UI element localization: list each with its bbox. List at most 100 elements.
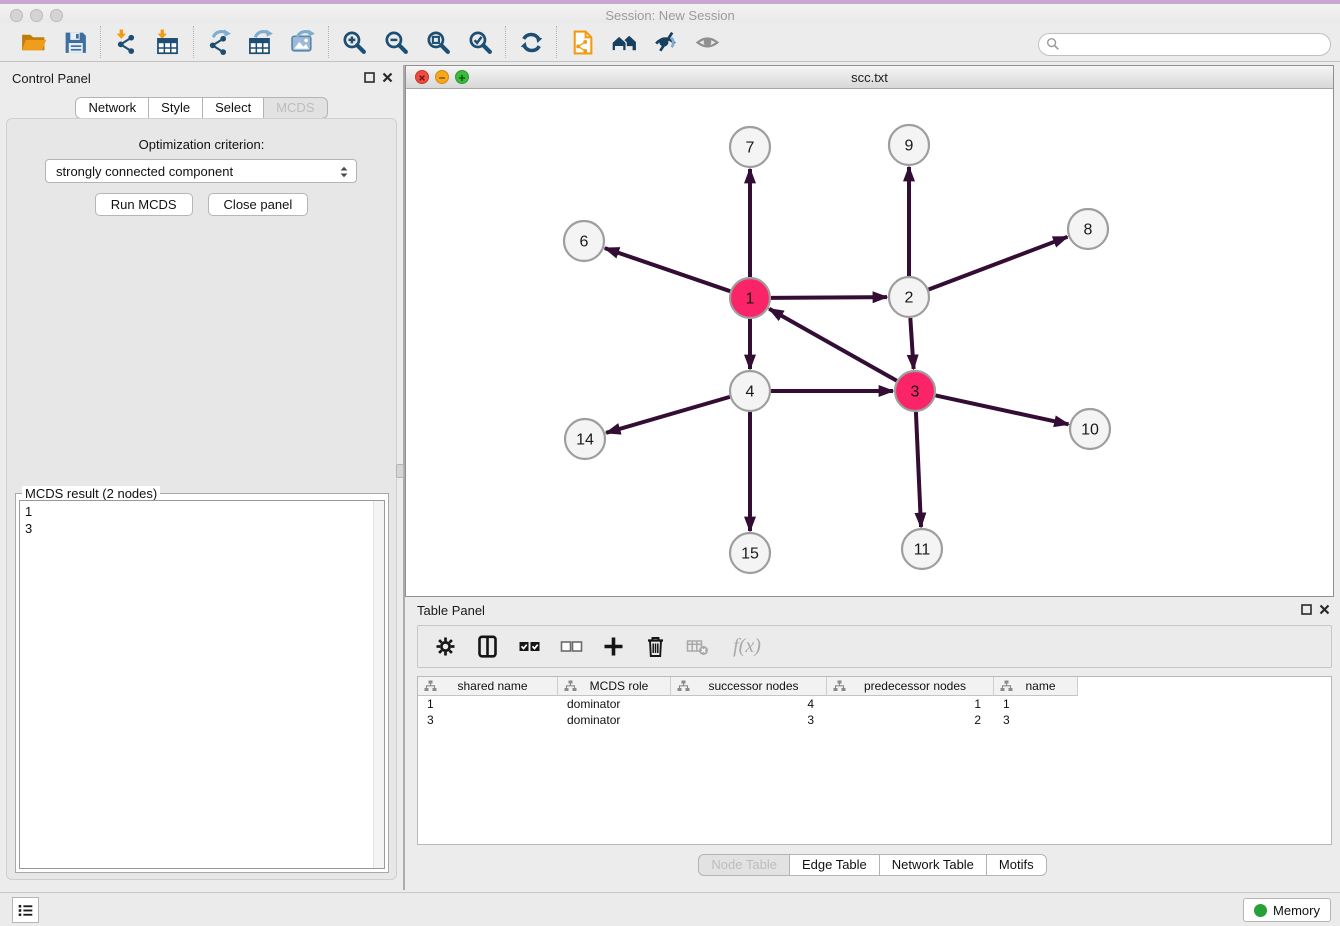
network-overview-button[interactable] <box>608 26 640 58</box>
node-1[interactable]: 1 <box>730 278 770 318</box>
tab-select[interactable]: Select <box>202 97 264 119</box>
column-header-MCDS-role[interactable]: MCDS role <box>558 677 671 696</box>
zoom-selected-button[interactable] <box>464 26 496 58</box>
column-header-successor-nodes[interactable]: successor nodes <box>671 677 827 696</box>
clone-network-button[interactable] <box>566 26 598 58</box>
node-10[interactable]: 10 <box>1070 409 1110 449</box>
attribute-type-icon <box>564 680 577 692</box>
node-4[interactable]: 4 <box>730 371 770 411</box>
network-canvas[interactable]: 7 9 6 8 1 2 4 3 14 10 15 11 <box>406 90 1333 596</box>
network-window-titlebar[interactable]: scc.txt <box>406 66 1333 89</box>
node-14[interactable]: 14 <box>565 419 605 459</box>
delete-row-button[interactable] <box>642 631 668 663</box>
vertical-splitter-grip[interactable] <box>396 464 404 478</box>
node-9[interactable]: 9 <box>889 125 929 165</box>
svg-text:4: 4 <box>746 384 755 401</box>
import-table-button[interactable] <box>152 26 184 58</box>
table-cell[interactable]: dominator <box>558 696 671 712</box>
node-7[interactable]: 7 <box>730 127 770 167</box>
table-cell[interactable]: 3 <box>994 712 1078 728</box>
table-tabs: Node TableEdge TableNetwork TableMotifs <box>405 854 1340 876</box>
table-cell[interactable]: 1 <box>418 696 558 712</box>
table-cell[interactable]: 4 <box>671 696 827 712</box>
function-builder-icon: f(x) <box>733 635 761 658</box>
table-cell[interactable]: 3 <box>671 712 827 728</box>
refresh-layout-button[interactable] <box>515 26 547 58</box>
table-panel-title: Table Panel <box>417 603 485 618</box>
toggle-graphics-details-button[interactable] <box>650 26 682 58</box>
tab-mcds[interactable]: MCDS <box>263 97 327 119</box>
column-visibility-button[interactable] <box>474 631 500 663</box>
show-hide-panel-icon <box>695 29 722 56</box>
edge-4-14[interactable] <box>606 397 730 433</box>
close-panel-icon[interactable] <box>382 72 393 83</box>
export-network-button[interactable] <box>203 26 235 58</box>
node-2[interactable]: 2 <box>889 277 929 317</box>
close-table-panel-icon[interactable] <box>1319 604 1330 615</box>
tab-style[interactable]: Style <box>148 97 203 119</box>
clone-network-icon <box>569 29 596 56</box>
float-table-panel-icon[interactable] <box>1301 604 1312 615</box>
run-mcds-button[interactable]: Run MCDS <box>95 193 193 216</box>
node-table[interactable]: shared nameMCDS rolesuccessor nodesprede… <box>417 676 1332 845</box>
edge-1-6[interactable] <box>605 248 730 291</box>
table-row[interactable]: 1dominator411 <box>418 696 1331 712</box>
table-cell[interactable]: dominator <box>558 712 671 728</box>
node-15[interactable]: 15 <box>730 533 770 573</box>
network-graph[interactable]: 7 9 6 8 1 2 4 3 14 10 15 11 <box>406 90 1333 597</box>
node-8[interactable]: 8 <box>1068 209 1108 249</box>
zoom-selected-icon <box>467 29 494 56</box>
node-11[interactable]: 11 <box>902 529 942 569</box>
table-cell[interactable]: 1 <box>827 696 994 712</box>
unselect-all-button[interactable] <box>558 631 584 663</box>
memory-button[interactable]: Memory <box>1243 898 1331 922</box>
column-header-shared-name[interactable]: shared name <box>418 677 558 696</box>
import-network-button[interactable] <box>110 26 142 58</box>
result-scrollbar[interactable] <box>373 501 384 868</box>
float-panel-icon[interactable] <box>364 72 375 83</box>
delete-table-button <box>684 631 710 663</box>
edge-3-10[interactable] <box>936 395 1069 424</box>
export-table-button[interactable] <box>245 26 277 58</box>
column-header-predecessor-nodes[interactable]: predecessor nodes <box>827 677 994 696</box>
tab-node-table[interactable]: Node Table <box>698 854 790 876</box>
edge-1-2[interactable] <box>771 297 887 298</box>
zoom-in-button[interactable] <box>338 26 370 58</box>
zoom-fit-button[interactable] <box>422 26 454 58</box>
node-6[interactable]: 6 <box>564 221 604 261</box>
table-settings-button[interactable] <box>432 631 458 663</box>
open-session-button[interactable] <box>17 26 49 58</box>
search-input[interactable] <box>1038 33 1331 56</box>
table-cell[interactable]: 3 <box>418 712 558 728</box>
unselect-all-icon <box>560 635 583 658</box>
edge-2-3[interactable] <box>910 318 913 369</box>
tab-edge-table[interactable]: Edge Table <box>789 854 880 876</box>
tab-network[interactable]: Network <box>75 97 149 119</box>
add-row-button[interactable] <box>600 631 626 663</box>
close-panel-button[interactable]: Close panel <box>208 193 309 216</box>
mcds-result-line: 3 <box>25 520 379 537</box>
show-hide-panel-button[interactable] <box>692 26 724 58</box>
network-title: scc.txt <box>406 70 1333 85</box>
tab-motifs[interactable]: Motifs <box>986 854 1047 876</box>
table-row[interactable]: 3dominator323 <box>418 712 1331 728</box>
edge-3-11[interactable] <box>916 412 921 527</box>
svg-text:3: 3 <box>911 384 920 401</box>
column-header-name[interactable]: name <box>994 677 1078 696</box>
table-cell[interactable]: 1 <box>994 696 1078 712</box>
save-session-button[interactable] <box>59 26 91 58</box>
refresh-layout-icon <box>518 29 545 56</box>
tab-network-table[interactable]: Network Table <box>879 854 987 876</box>
criterion-select[interactable]: strongly connected component <box>45 159 357 183</box>
zoom-out-button[interactable] <box>380 26 412 58</box>
select-all-button[interactable] <box>516 631 542 663</box>
zoom-fit-icon <box>425 29 452 56</box>
table-cell[interactable]: 2 <box>827 712 994 728</box>
node-3[interactable]: 3 <box>895 371 935 411</box>
task-history-button[interactable] <box>12 897 39 923</box>
mcds-result-text[interactable]: 13 <box>19 500 385 869</box>
export-image-button[interactable] <box>287 26 319 58</box>
search-box <box>1038 33 1331 56</box>
edge-3-1[interactable] <box>769 309 897 381</box>
edge-2-8[interactable] <box>929 237 1068 290</box>
